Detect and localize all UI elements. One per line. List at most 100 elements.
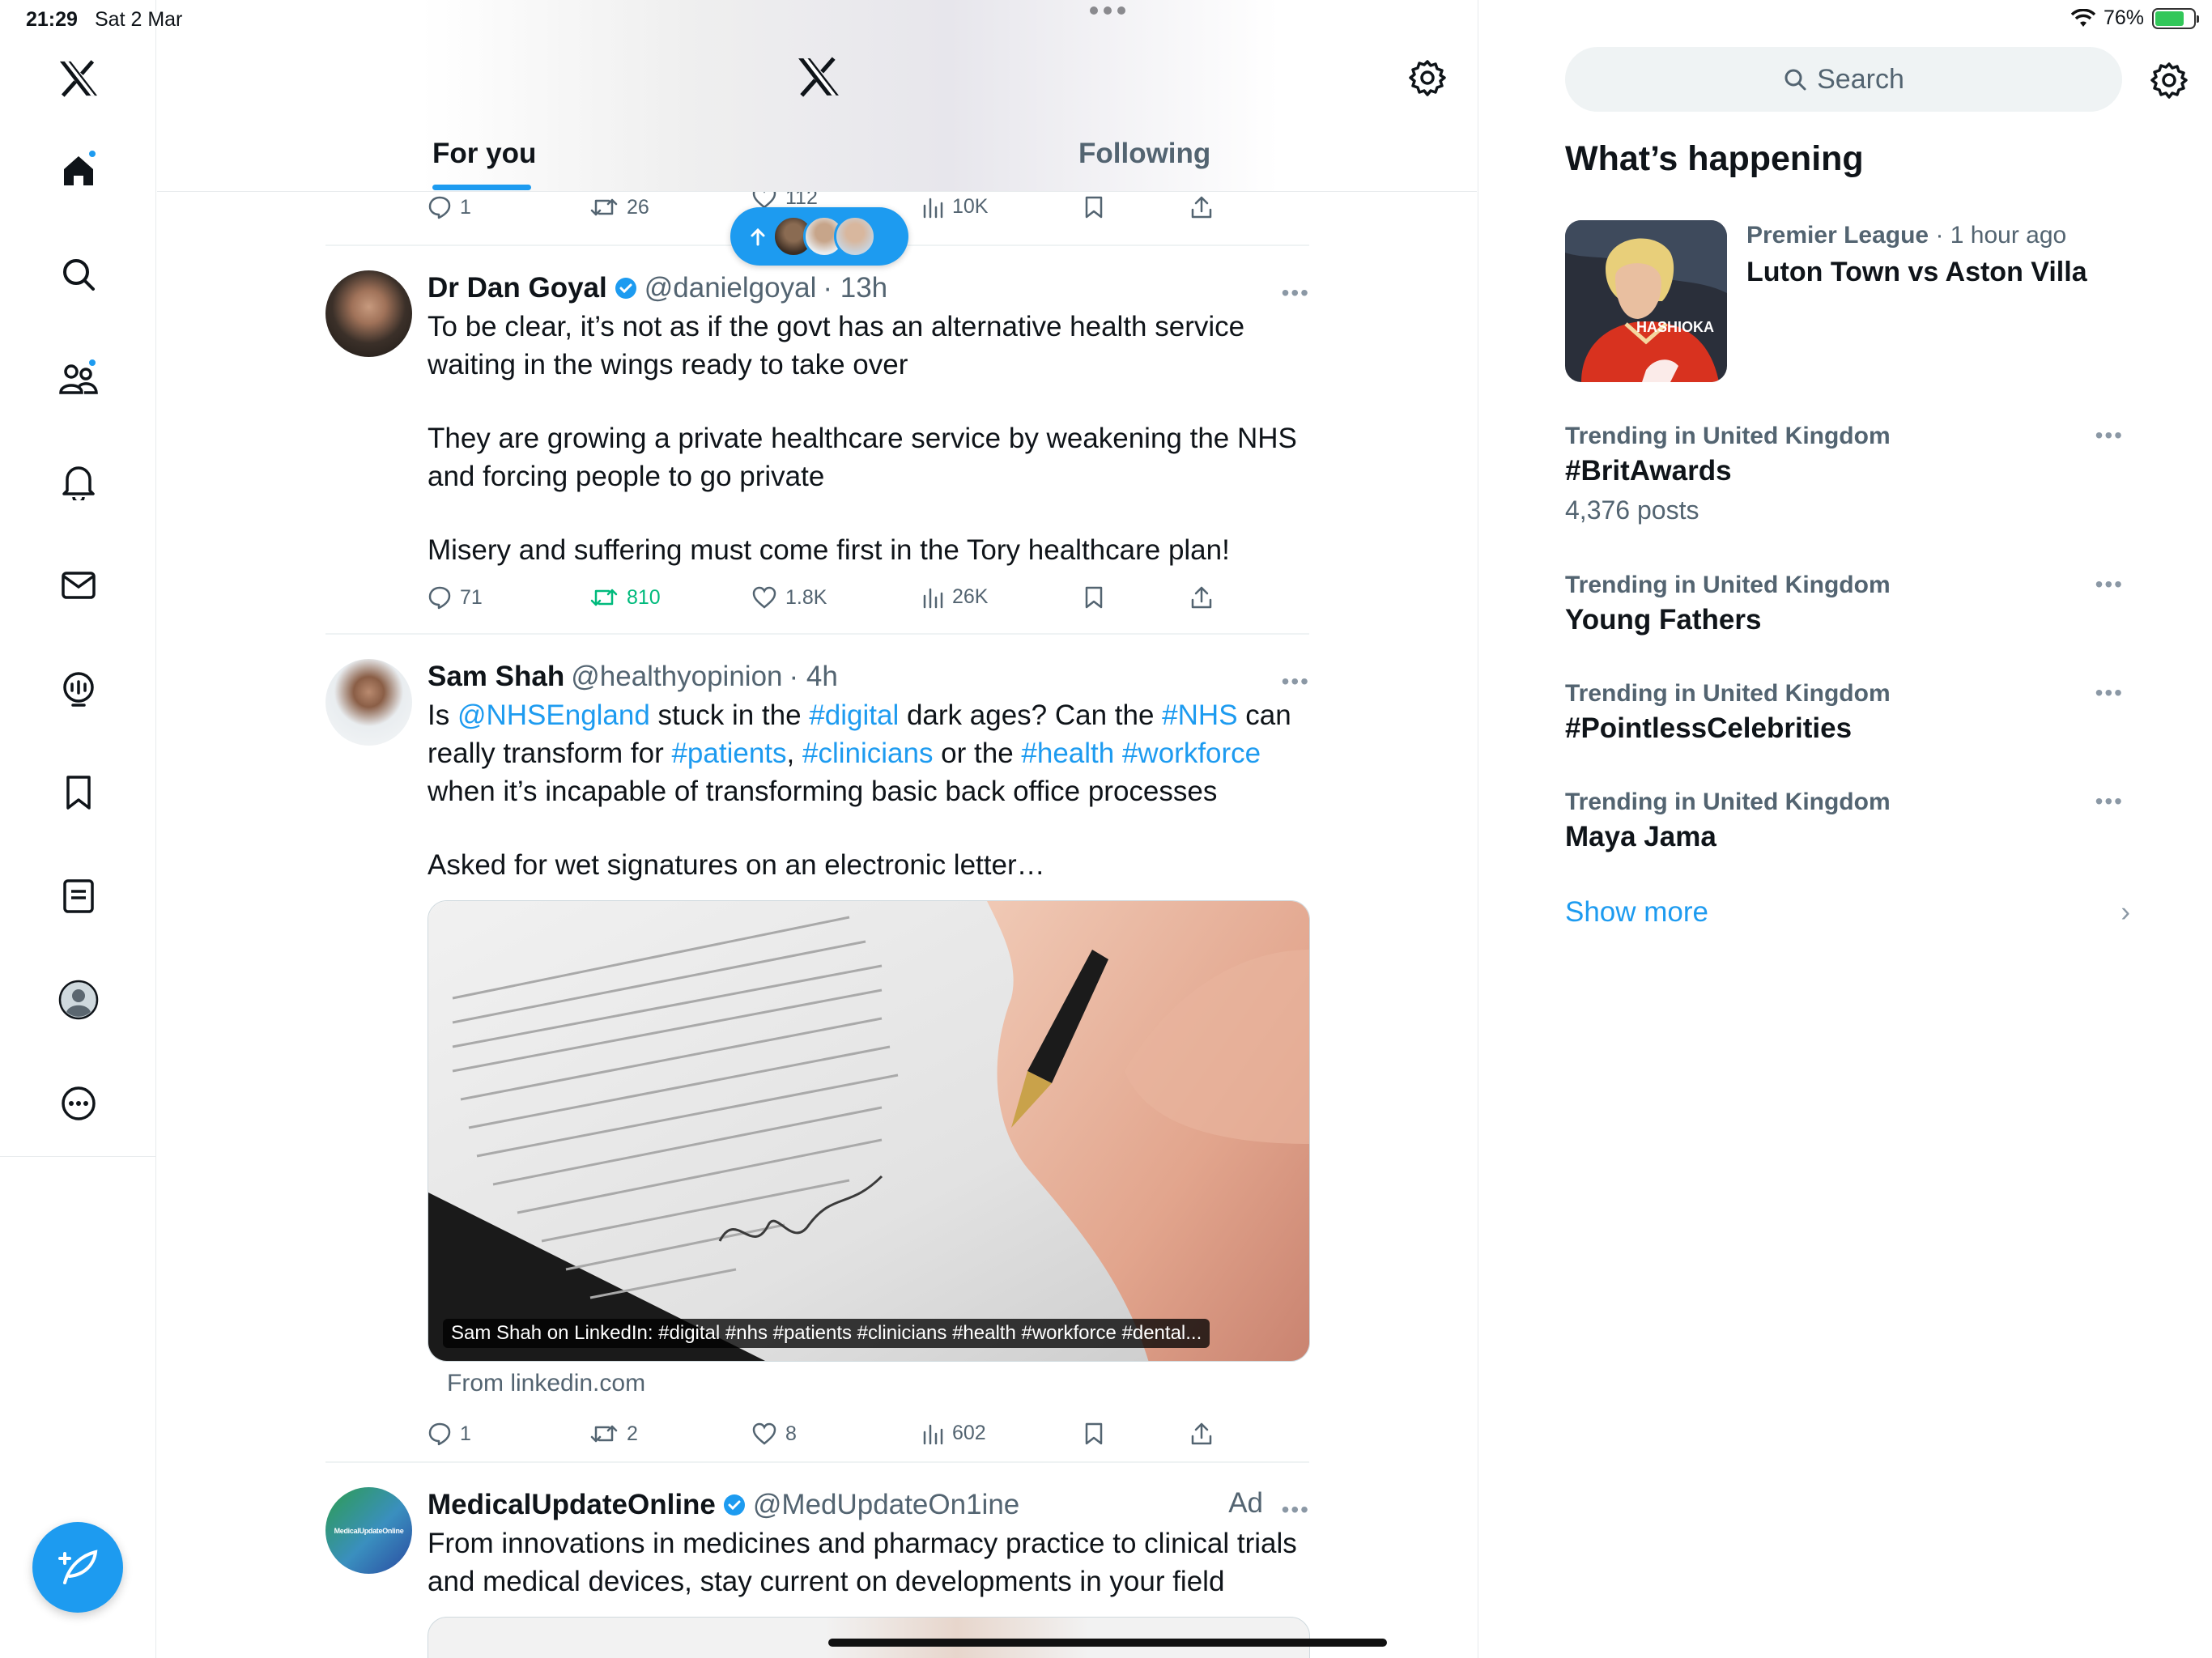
notifications-bell-icon[interactable] [58,461,99,502]
grok-spaces-icon[interactable] [58,669,99,709]
trend-category: Trending in United Kingdom [1565,423,1891,449]
trend-item[interactable]: Trending in United Kingdom Young Fathers… [1565,572,2140,636]
tab-following[interactable]: Following [1078,138,1210,170]
event-time: · 1 hour ago [1929,222,2067,249]
like-button[interactable]: 1.8K [751,585,827,610]
multitasking-dots-icon[interactable] [1090,6,1125,15]
tweet-time[interactable]: · 4h [789,661,838,693]
view-count: 10K [952,195,989,218]
repost-button[interactable]: 810 [589,585,661,610]
author-name[interactable]: Dr Dan Goyal [428,272,607,304]
share-button[interactable] [1190,195,1213,219]
trend-item[interactable]: Trending in United Kingdom Maya Jama ••• [1565,789,2140,853]
author-name[interactable]: Sam Shah [428,661,564,693]
status-bar: 21:29 Sat 2 Mar 76% [0,0,2212,39]
like-button[interactable]: 8 [751,1422,797,1446]
share-button[interactable] [1190,585,1213,610]
show-more-link[interactable]: Show more › [1565,896,2140,929]
tweet-paragraph: Asked for wet signatures on an electroni… [428,849,1045,881]
author-name[interactable]: MedicalUpdateOnline [428,1489,716,1521]
home-notification-dot [87,149,97,159]
trend-more-icon[interactable]: ••• [2095,572,2124,597]
timeline-settings-gear-icon[interactable] [1409,59,1446,96]
tweet-more-icon[interactable]: ••• [1282,1497,1310,1523]
avatar[interactable] [325,270,412,357]
hashtag-link[interactable]: #patients [671,738,786,769]
views-button[interactable]: 602 [921,1422,986,1445]
mention-link[interactable]: @NHSEngland [457,699,650,731]
tweet-ad-medicalupdateonline[interactable]: MedicalUpdateOnline MedicalUpdateOnline … [325,1487,1310,1658]
bookmark-button[interactable] [1083,195,1104,219]
link-card[interactable]: Sam Shah on LinkedIn: #digital #nhs #pat… [428,900,1310,1362]
messages-mail-icon[interactable] [58,565,99,606]
home-indicator[interactable] [828,1639,1387,1647]
author-handle[interactable]: @danielgoyal [644,272,817,304]
avatar[interactable] [325,659,412,746]
bookmark-button[interactable] [1083,585,1104,610]
text-segment: or the [933,738,1022,769]
bookmarks-icon[interactable] [58,772,99,813]
more-options-icon[interactable] [58,1083,99,1124]
hashtag-link[interactable]: #digital [809,699,899,731]
author-handle[interactable]: @MedUpdateOn1ine [753,1489,1019,1521]
text-segment: when it’s incapable of transforming basi… [428,776,1218,807]
bookmark-button[interactable] [1083,1422,1104,1446]
share-upload-icon [1191,196,1212,219]
tweet-separator [325,1461,1309,1463]
tweet-time[interactable]: · 13h [823,272,887,304]
views-button[interactable]: 26K [921,585,988,609]
trend-name: Maya Jama [1565,821,1716,852]
trend-more-icon[interactable]: ••• [2095,423,2124,449]
reply-button[interactable]: 71 [428,585,483,610]
home-icon[interactable] [58,149,99,191]
reply-count: 1 [460,1422,471,1445]
share-upload-icon [1191,586,1212,609]
new-posts-pill[interactable] [730,207,908,266]
share-button[interactable] [1190,1422,1213,1446]
profile-avatar-icon[interactable] [58,980,99,1020]
tweet-sam-shah[interactable]: Sam Shah @healthyopinion · 4h ••• Is @NH… [325,659,1310,1469]
hashtag-link[interactable]: #clinicians [802,738,933,769]
left-nav [0,0,156,1658]
views-button[interactable]: 10K [921,195,988,219]
x-header-logo-icon[interactable] [797,57,840,97]
hashtag-link[interactable]: #NHS [1162,699,1237,731]
card-source[interactable]: From linkedin.com [447,1370,1310,1397]
repost-button[interactable]: 26 [589,195,649,219]
search-input[interactable]: Search [1565,47,2122,112]
communities-icon[interactable] [58,358,99,398]
repost-icon [590,589,618,606]
like-count: 1.8K [785,585,827,609]
ad-media-card[interactable] [428,1617,1310,1658]
hashtag-link[interactable]: #workforce [1122,738,1261,769]
lists-icon[interactable] [58,876,99,916]
author-handle[interactable]: @healthyopinion [571,661,782,693]
explore-search-icon[interactable] [58,254,99,295]
event-image: HASHIOKA [1565,220,1727,382]
compose-post-button[interactable] [32,1522,123,1613]
tab-for-you[interactable]: For you [432,138,536,170]
reply-button[interactable]: 1 [428,195,471,219]
compose-feather-icon [58,1550,98,1584]
views-bar-chart-icon [923,198,943,218]
bookmark-icon [1085,586,1103,609]
trend-item[interactable]: Trending in United Kingdom #PointlessCel… [1565,680,2140,745]
trend-name: #BritAwards [1565,455,1732,487]
hashtag-link[interactable]: #health [1021,738,1114,769]
repost-icon [590,1425,618,1443]
event-item[interactable]: HASHIOKA Premier League · 1 hour ago Lut… [1565,220,2197,382]
view-count: 602 [952,1422,986,1444]
tweet-more-icon[interactable]: ••• [1282,669,1310,695]
tweet-more-icon[interactable]: ••• [1282,280,1310,306]
tweet-paragraph: Is @NHSEngland stuck in the #digital dar… [428,696,1310,810]
reply-button[interactable]: 1 [428,1422,471,1446]
trend-more-icon[interactable]: ••• [2095,680,2124,706]
repost-button[interactable]: 2 [589,1422,638,1446]
trend-more-icon[interactable]: ••• [2095,789,2124,814]
trend-item[interactable]: Trending in United Kingdom #BritAwards 4… [1565,423,2140,525]
x-logo-icon[interactable] [58,58,99,99]
explore-settings-gear-icon[interactable] [2150,62,2188,99]
tweet-actions: 71 810 1.8K 26K [428,585,1310,618]
avatar[interactable]: MedicalUpdateOnline [325,1487,412,1574]
reply-count: 1 [460,195,471,219]
